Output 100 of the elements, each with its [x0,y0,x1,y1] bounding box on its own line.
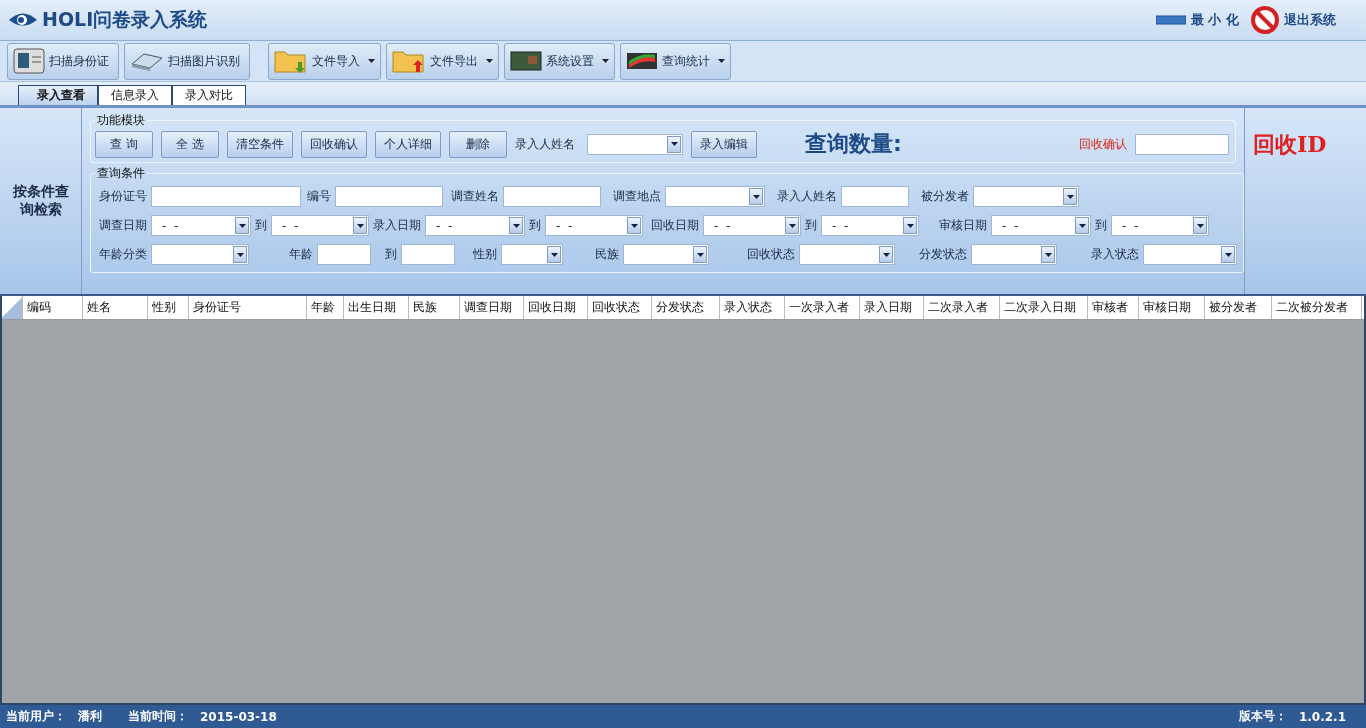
column-header[interactable]: 民族 [409,296,460,319]
dropdown-icon [1063,188,1077,205]
field-label: 回收确认 [1079,135,1127,153]
dropdown-icon [693,246,707,263]
column-header[interactable]: 录入日期 [860,296,924,319]
toolbar-button[interactable]: 文件导出 [386,42,499,80]
column-header[interactable]: 二次录入者 [924,296,1000,319]
dropdown-icon [235,217,249,234]
combo-box[interactable] [623,244,709,265]
action-button[interactable]: 清空条件 [227,130,293,158]
column-header[interactable]: 回收状态 [588,296,652,319]
column-header[interactable]: 审核日期 [1139,296,1205,319]
combo-box[interactable] [587,133,683,155]
toolbar-button[interactable]: 系统设置 [504,42,615,80]
text-field[interactable] [841,186,909,207]
side-label: 按条件查询检索 [0,108,82,294]
status-label: 版本号： [1238,708,1287,725]
no-entry-icon [1251,6,1279,34]
field-label: 回收状态 [746,246,796,263]
column-header[interactable]: 身份证号 [189,296,307,319]
dropdown-icon [353,217,367,234]
folder-down-arrow-icon [274,48,308,74]
field-label: 到 [528,217,542,234]
column-header[interactable]: 一次录入者 [785,296,860,319]
edit-button[interactable]: 录入编辑 [691,130,757,158]
combo-box[interactable] [973,186,1079,207]
column-header[interactable]: 审核者 [1088,296,1139,319]
text-field[interactable] [151,186,301,207]
column-header[interactable]: 性别 [148,296,189,319]
text-field[interactable] [317,244,371,265]
date-picker[interactable]: - - [545,215,643,236]
recycle-id-label: 回收ID [1244,108,1366,294]
field-label: 到 [254,217,268,234]
field-label: 年龄 [288,246,314,263]
toolbar-button[interactable]: 扫描图片识别 [124,42,250,80]
tab[interactable]: 信息录入 [98,85,172,105]
exit-button[interactable]: 退出系统 [1251,6,1336,34]
action-button[interactable]: 删除 [449,130,507,158]
combo-box[interactable] [501,244,563,265]
date-picker[interactable]: - - [991,215,1091,236]
toolbar-button[interactable]: 扫描身份证 [7,42,119,80]
combo-box[interactable] [971,244,1057,265]
id-card-icon [13,48,45,74]
dropdown-icon [1041,246,1055,263]
dropdown-icon [1221,246,1235,263]
confirm-input[interactable] [1135,133,1229,155]
field-label: 录入状态 [1090,246,1140,263]
combo-box[interactable] [1143,244,1237,265]
combo-box[interactable] [151,244,249,265]
dropdown-icon [749,188,763,205]
field-label: 到 [804,217,818,234]
action-button[interactable]: 个人详细 [375,130,441,158]
text-field[interactable] [503,186,601,207]
toolbar-button[interactable]: 查询统计 [620,42,731,80]
column-header[interactable]: 二次录入日期 [1000,296,1088,319]
toolbar-button[interactable]: 文件导入 [268,42,381,80]
text-field[interactable] [335,186,443,207]
column-header[interactable]: 录入状态 [720,296,785,319]
action-button[interactable]: 全 选 [161,130,219,158]
date-picker[interactable]: - - [425,215,525,236]
select-all-corner[interactable] [2,296,23,319]
current-date: 2015-03-18 [200,709,277,724]
column-header[interactable]: 出生日期 [344,296,409,319]
action-button[interactable]: 查 询 [95,130,153,158]
column-header[interactable]: 年龄 [307,296,344,319]
column-header[interactable]: 二次被分发者 [1272,296,1362,319]
field-label: 分发状态 [918,246,968,263]
date-picker[interactable]: - - [821,215,919,236]
date-picker[interactable]: - - [151,215,251,236]
column-header[interactable]: 被分发者 [1205,296,1272,319]
column-header[interactable]: 回收日期 [524,296,588,319]
field-label: 民族 [594,246,620,263]
version-number: 1.0.2.1 [1298,709,1346,724]
column-header[interactable]: 分发状态 [652,296,720,319]
column-header[interactable]: 编码 [23,296,83,319]
field-label: 性别 [472,246,498,263]
tab[interactable]: 录入对比 [172,85,246,105]
field-label: 调查日期 [98,217,148,234]
column-header[interactable]: 调查日期 [460,296,524,319]
folder-up-arrow-icon [392,48,426,74]
tab[interactable]: 录入查看 [18,85,98,105]
date-picker[interactable]: - - [703,215,801,236]
date-picker[interactable]: - - [1111,215,1209,236]
scanner-icon [130,50,164,72]
minimize-button[interactable]: 最 小 化 [1155,6,1239,34]
column-header[interactable]: 姓名 [83,296,148,319]
text-field[interactable] [401,244,455,265]
color-stripes-icon [626,50,658,72]
field-label: 录入日期 [372,217,422,234]
date-picker[interactable]: - - [271,215,369,236]
combo-box[interactable] [799,244,895,265]
current-user: 潘利 [78,708,102,725]
field-label: 身份证号 [98,188,148,205]
dropdown-icon [667,135,681,153]
group-title: 查询条件 [96,165,146,182]
field-label: 到 [384,246,398,263]
combo-box[interactable] [665,186,765,207]
field-label: 录入人姓名 [776,188,838,205]
field-label: 编号 [306,188,332,205]
action-button[interactable]: 回收确认 [301,130,367,158]
